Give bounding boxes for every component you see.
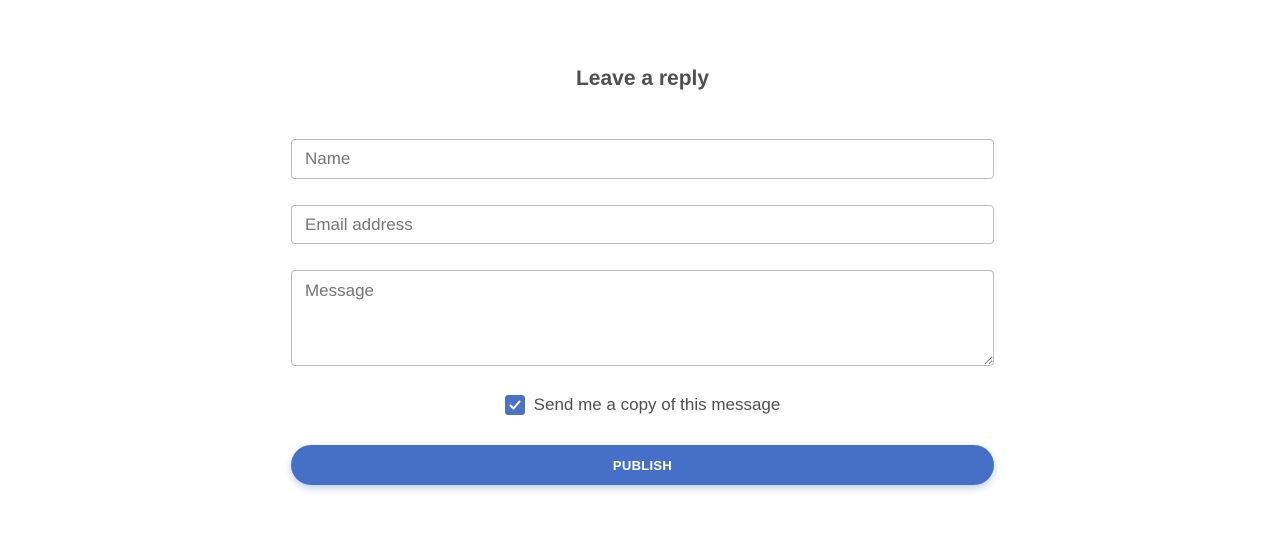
publish-button[interactable]: PUBLISH	[291, 445, 994, 485]
copy-checkbox-row: Send me a copy of this message	[291, 394, 994, 416]
email-input[interactable]	[291, 205, 994, 244]
checkmark-icon	[509, 400, 521, 410]
copy-checkbox[interactable]	[504, 395, 525, 415]
page: Leave a reply Send me a copy of this mes…	[0, 0, 1280, 560]
message-textarea[interactable]	[291, 270, 994, 366]
form-title: Leave a reply	[575, 67, 710, 90]
name-input[interactable]	[291, 139, 994, 179]
copy-checkbox-label[interactable]: Send me a copy of this message	[534, 395, 781, 415]
